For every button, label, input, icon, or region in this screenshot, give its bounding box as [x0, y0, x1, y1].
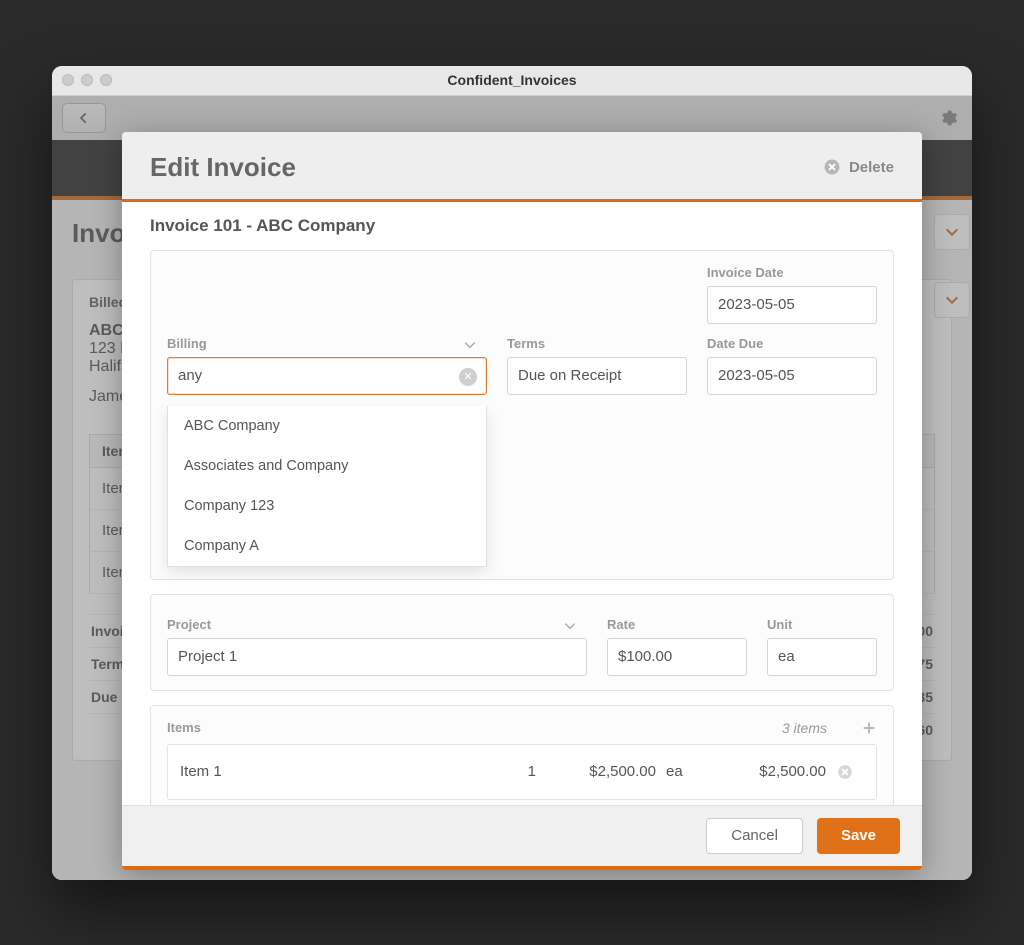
dropdown-option[interactable]: Associates and Company: [168, 446, 486, 486]
traffic-lights[interactable]: [62, 74, 112, 86]
zoom-icon[interactable]: [100, 74, 112, 86]
items-panel: Items 3 items Item 1 1 $2,500.00 ea $2,5…: [150, 705, 894, 805]
items-label: Items: [167, 720, 201, 735]
project-input[interactable]: [167, 638, 587, 676]
rate-label: Rate: [607, 617, 747, 632]
modal-header: Edit Invoice Delete: [122, 132, 922, 199]
terms-label: Terms: [507, 336, 687, 351]
minimize-icon[interactable]: [81, 74, 93, 86]
settings-button[interactable]: [938, 108, 958, 128]
unit-label: Unit: [767, 617, 877, 632]
item-unit: ea: [666, 763, 706, 780]
modal-accent-bottom: [122, 866, 922, 870]
window-title: Confident_Invoices: [447, 72, 576, 88]
modal-subtitle: Invoice 101 - ABC Company: [122, 202, 922, 236]
item-row: Item 1 1 $2,500.00 ea $2,500.00: [167, 744, 877, 800]
item-total: $2,500.00: [716, 763, 826, 780]
invoice-date-field: Invoice Date: [707, 265, 877, 324]
billing-field: Billing ✕ ABC Company Associates and Com…: [167, 336, 487, 395]
titlebar: Confident_Invoices: [52, 66, 972, 96]
modal-body: Billing ✕ ABC Company Associates and Com…: [122, 236, 922, 805]
billing-label: Billing: [167, 336, 487, 351]
plus-icon: [861, 720, 877, 736]
header-panel: Billing ✕ ABC Company Associates and Com…: [150, 250, 894, 580]
terms-input[interactable]: [507, 357, 687, 395]
billing-dropdown: ABC Company Associates and Company Compa…: [167, 406, 487, 567]
item-price: $2,500.00: [546, 763, 656, 780]
item-name: Item 1: [180, 763, 486, 780]
date-due-input[interactable]: [707, 357, 877, 395]
rate-input[interactable]: [607, 638, 747, 676]
dropdown-option[interactable]: Company A: [168, 526, 486, 566]
save-button[interactable]: Save: [817, 818, 900, 854]
project-panel: Project Rate Unit: [150, 594, 894, 691]
app-window: Confident_Invoices Invo Billed T ABC Co …: [52, 66, 972, 880]
cancel-button[interactable]: Cancel: [706, 818, 803, 854]
dropdown-option[interactable]: Company 123: [168, 486, 486, 526]
project-label: Project: [167, 617, 587, 632]
terms-field: Terms: [507, 336, 687, 395]
items-header: Items 3 items: [167, 720, 877, 736]
header-chevron-1[interactable]: [934, 214, 970, 250]
delete-label: Delete: [849, 159, 894, 176]
back-button[interactable]: [62, 103, 106, 133]
unit-input[interactable]: [767, 638, 877, 676]
invoice-date-input[interactable]: [707, 286, 877, 324]
clear-input-button[interactable]: ✕: [459, 368, 477, 386]
date-due-label: Date Due: [707, 336, 877, 351]
unit-field: Unit: [767, 617, 877, 676]
modal-title: Edit Invoice: [150, 152, 296, 183]
modal-footer: Cancel Save: [122, 805, 922, 866]
close-icon[interactable]: [62, 74, 74, 86]
items-count: 3 items: [782, 720, 827, 736]
edit-invoice-modal: Edit Invoice Delete Invoice 101 - ABC Co…: [122, 132, 922, 870]
remove-item-button[interactable]: [836, 763, 864, 781]
chevron-down-icon: [944, 292, 960, 308]
chevron-left-icon: [77, 111, 91, 125]
delete-button[interactable]: Delete: [823, 158, 894, 176]
header-chevron-2[interactable]: [934, 282, 970, 318]
close-circle-icon: [836, 763, 854, 781]
rate-field: Rate: [607, 617, 747, 676]
chevron-down-icon: [944, 224, 960, 240]
gear-icon: [938, 108, 958, 128]
project-field: Project: [167, 617, 587, 676]
dropdown-option[interactable]: ABC Company: [168, 406, 486, 446]
billing-input[interactable]: [167, 357, 487, 395]
invoice-date-label: Invoice Date: [707, 265, 877, 280]
close-circle-icon: [823, 158, 841, 176]
date-due-field: Date Due: [707, 336, 877, 395]
add-item-button[interactable]: [861, 720, 877, 736]
